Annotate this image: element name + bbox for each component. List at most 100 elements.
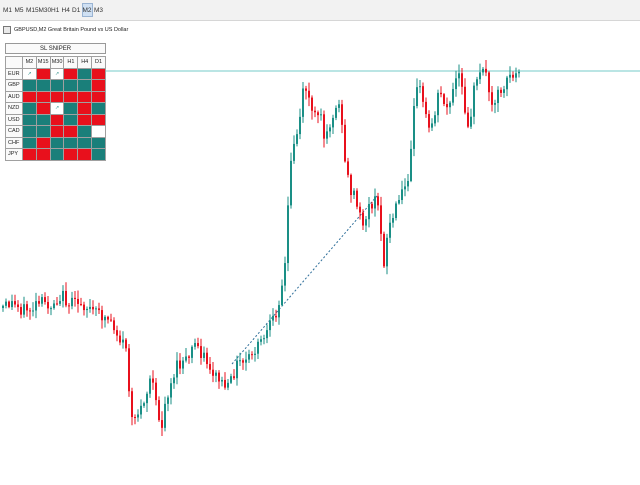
strength-cell: ↗ xyxy=(49,67,65,80)
strength-cell xyxy=(91,79,106,92)
strength-table: M2 M15 M30 H1 H4 D1 EUR ↗ ↗ GBP AUD NZD ↗ USD CAD CHF J… xyxy=(5,56,106,161)
candle-body xyxy=(137,414,139,418)
timeframe-button-m3[interactable]: M3 xyxy=(93,3,104,17)
timeframe-button-d1[interactable]: D1 xyxy=(71,3,81,17)
currency-label: EUR xyxy=(5,67,23,80)
candle-body xyxy=(101,310,103,321)
candle-body xyxy=(323,114,325,139)
candle-body xyxy=(86,308,88,311)
currency-label: JPY xyxy=(5,148,23,161)
candle-body xyxy=(50,308,52,310)
candle-body xyxy=(434,115,436,124)
table-row: CHF xyxy=(5,136,106,149)
sl-sniper-panel: SL SNIPER M2 M15 M30 H1 H4 D1 EUR ↗ ↗ GBP AUD NZD ↗… xyxy=(5,43,106,161)
timeframe-button-m1[interactable]: M1 xyxy=(2,3,13,17)
strength-cell xyxy=(77,102,93,115)
candle-body xyxy=(122,339,124,343)
candle-body xyxy=(308,90,310,98)
trend-line[interactable] xyxy=(231,195,378,365)
timeframe-button-m2[interactable]: M2 xyxy=(81,3,93,17)
timeframe-button-h1[interactable]: H1 xyxy=(50,3,60,17)
candle-body xyxy=(470,116,472,127)
strength-cell xyxy=(63,113,79,126)
candle-body xyxy=(455,78,457,90)
candle-body xyxy=(155,382,157,401)
candle-body xyxy=(383,233,385,267)
candle-body xyxy=(119,335,121,343)
candle-body xyxy=(413,106,415,149)
candle-body xyxy=(269,320,271,331)
candle-body xyxy=(407,180,409,187)
candle-body xyxy=(200,346,202,358)
timeframe-button-m5[interactable]: M5 xyxy=(14,3,25,17)
strength-cell xyxy=(49,113,65,126)
candle-body xyxy=(239,360,241,362)
strength-cell xyxy=(22,148,37,161)
candle-body xyxy=(215,372,217,376)
timeframe-button-m15[interactable]: M15 xyxy=(25,3,39,17)
column-header-h1: H1 xyxy=(63,56,79,69)
candle-body xyxy=(167,397,169,404)
candle-body xyxy=(287,205,289,264)
candle-body xyxy=(494,103,496,105)
candle-body xyxy=(80,303,82,305)
table-corner xyxy=(5,56,23,69)
symbol-icon xyxy=(3,26,11,34)
strength-cell xyxy=(35,79,51,92)
candle-body xyxy=(374,196,376,209)
candle-body xyxy=(257,341,259,354)
candle-body xyxy=(191,346,193,358)
chart-title: GBPUSD,M2 Great Britain Pound vs US Doll… xyxy=(14,27,129,33)
candle-body xyxy=(347,161,349,175)
candle-body xyxy=(389,222,391,238)
candle-body xyxy=(32,310,34,312)
candle-body xyxy=(44,297,46,302)
strength-cell xyxy=(63,67,79,80)
candle-body xyxy=(506,77,508,90)
candle-body xyxy=(134,417,136,419)
currency-label: AUD xyxy=(5,90,23,103)
strength-cell xyxy=(77,148,93,161)
timeframe-button-h4[interactable]: H4 xyxy=(61,3,71,17)
strength-cell xyxy=(49,148,65,161)
candle-body xyxy=(446,104,448,108)
candle-body xyxy=(362,212,364,226)
candle-body xyxy=(230,376,232,383)
strength-cell xyxy=(91,90,106,103)
candle-body xyxy=(164,403,166,428)
candle-body xyxy=(59,301,61,304)
candle-body xyxy=(416,87,418,107)
candle-body xyxy=(95,308,97,310)
candle-body xyxy=(422,86,424,102)
table-body: EUR ↗ ↗ GBP AUD NZD ↗ USD CAD CHF JPY xyxy=(5,67,106,161)
timeframe-button-m30[interactable]: M30 xyxy=(38,3,52,17)
candle-body xyxy=(491,92,493,105)
strength-cell xyxy=(91,125,106,138)
candle-body xyxy=(464,86,466,113)
strength-cell xyxy=(22,125,37,138)
candle-body xyxy=(461,73,463,87)
strength-cell xyxy=(22,102,37,115)
candle-body xyxy=(131,391,133,418)
candle-body xyxy=(293,143,295,161)
panel-title: SL SNIPER xyxy=(5,43,106,54)
strength-cell xyxy=(77,90,93,103)
strength-cell xyxy=(22,90,37,103)
candle-body xyxy=(473,85,475,117)
candle-body xyxy=(371,203,373,209)
strength-cell xyxy=(77,136,93,149)
candle-body xyxy=(35,301,37,311)
candle-body xyxy=(338,104,340,108)
strength-cell xyxy=(22,79,37,92)
table-row: CAD xyxy=(5,125,106,138)
candle-body xyxy=(41,297,43,304)
candle-body xyxy=(380,205,382,234)
candle-body xyxy=(281,285,283,306)
candle-body xyxy=(419,86,421,88)
candle-body xyxy=(320,114,322,116)
candle-body xyxy=(14,301,16,305)
candle-body xyxy=(518,71,520,74)
candle-body xyxy=(5,301,7,306)
strength-cell xyxy=(91,102,106,115)
candle-body xyxy=(497,89,499,104)
